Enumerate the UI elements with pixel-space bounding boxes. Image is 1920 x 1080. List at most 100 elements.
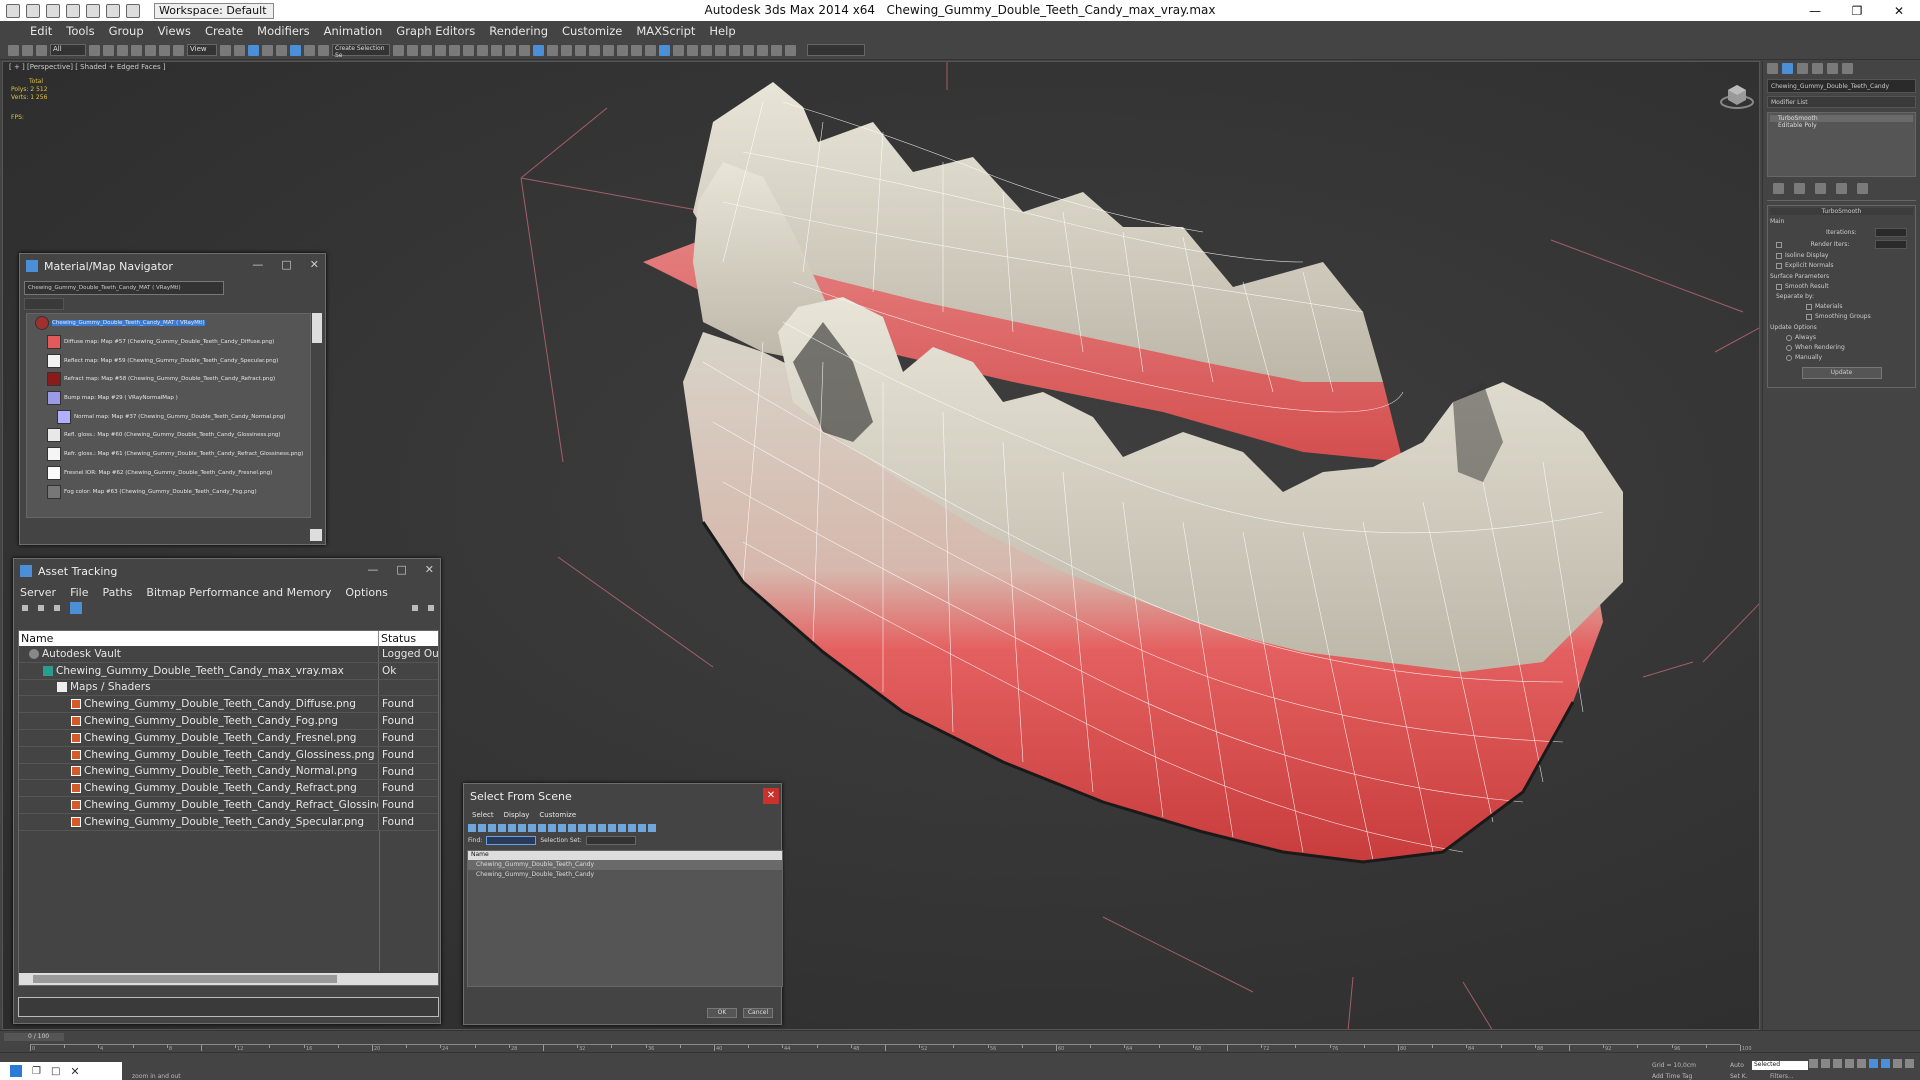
vray-sphere-icon[interactable] (575, 44, 586, 56)
column-header-name[interactable]: Name (19, 631, 379, 646)
layers-icon[interactable] (648, 824, 656, 832)
column-header-status[interactable]: Status (379, 631, 416, 646)
stack-item-editable-poly[interactable]: Editable Poly (1770, 122, 1913, 129)
vray-override-icon[interactable] (729, 44, 740, 56)
vray-physical-camera-icon[interactable] (659, 44, 670, 56)
zoom-extents-icon[interactable] (1869, 1059, 1878, 1068)
menu-rendering[interactable]: Rendering (489, 24, 548, 38)
edit-named-selection-icon[interactable] (318, 44, 329, 56)
horizontal-scrollbar[interactable] (19, 973, 438, 985)
table-row[interactable]: Chewing_Gummy_Double_Teeth_Candy_max_vra… (19, 662, 438, 680)
select-manipulate-icon[interactable] (234, 44, 245, 56)
when-rendering-radio[interactable] (1786, 344, 1792, 351)
display-all-icon[interactable] (558, 824, 566, 832)
configure-modifier-sets-icon[interactable] (1857, 183, 1868, 194)
table-row[interactable]: Chewing_Gummy_Double_Teeth_Candy_Refract… (19, 797, 438, 814)
vray-sun-icon[interactable] (617, 44, 628, 56)
table-row[interactable]: Chewing_Gummy_Double_Teeth_Candy_Diffuse… (19, 696, 438, 714)
list-item[interactable]: Refl. gloss.: Map #60 (Chewing_Gummy_Dou… (27, 426, 310, 445)
asset-tracking-titlebar[interactable]: Asset Tracking — □ ✕ (14, 559, 440, 583)
find-input[interactable] (486, 835, 537, 845)
vray-rt-icon[interactable] (757, 44, 768, 56)
link-icon[interactable] (8, 44, 19, 56)
asset-path-field[interactable] (18, 997, 439, 1017)
vray-ies-light-icon[interactable] (687, 44, 698, 56)
select-from-scene-titlebar[interactable]: Select From Scene ✕ (464, 784, 781, 808)
make-unique-icon[interactable] (1815, 183, 1826, 194)
display-cameras-icon[interactable] (498, 824, 506, 832)
close-icon[interactable]: ✕ (70, 1065, 79, 1078)
tree-view-icon[interactable] (70, 602, 82, 614)
explicit-normals-checkbox[interactable] (1776, 262, 1782, 269)
select-move-icon[interactable] (145, 44, 156, 56)
maximize-icon[interactable]: □ (51, 1066, 60, 1077)
menu-graph-editors[interactable]: Graph Editors (396, 24, 475, 38)
close-icon[interactable]: ✕ (425, 563, 434, 576)
add-time-tag-label[interactable]: Add Time Tag (1652, 1073, 1692, 1080)
set-key-button[interactable]: Set K. (1730, 1073, 1748, 1080)
horizontal-scroll-thumb[interactable] (33, 975, 337, 983)
keyboard-shortcut-override-icon[interactable] (248, 44, 259, 56)
mirror-icon[interactable] (393, 44, 404, 56)
restore-icon[interactable]: ❐ (1836, 0, 1878, 21)
schematic-view-icon[interactable] (463, 44, 474, 56)
next-frame-icon[interactable] (1845, 1059, 1854, 1068)
list-item[interactable]: Bump map: Map #29 ( VRayNormalMap ) (27, 389, 310, 408)
save-file-icon[interactable] (66, 3, 80, 18)
remove-modifier-icon[interactable] (1836, 183, 1847, 194)
resize-grip[interactable] (310, 529, 322, 541)
menu-edit[interactable]: Edit (30, 24, 52, 38)
menu-modifiers[interactable]: Modifiers (257, 24, 310, 38)
vray-proxy-icon[interactable] (589, 44, 600, 56)
material-navigator-titlebar[interactable]: Material/Map Navigator — □ ✕ (20, 254, 325, 278)
table-row[interactable]: Maps / Shaders (19, 679, 438, 697)
vray-frame-buffer-icon[interactable] (547, 44, 558, 56)
material-view-mode-toolbar[interactable] (24, 298, 64, 310)
minimize-icon[interactable]: — (367, 563, 378, 576)
vray-displacement-icon[interactable] (645, 44, 656, 56)
vray-lights-icon[interactable] (561, 44, 572, 56)
list-item[interactable]: Normal map: Map #37 (Chewing_Gummy_Doubl… (27, 407, 310, 426)
list-item[interactable]: Chewing_Gummy_Double_Teeth_Candy (468, 860, 782, 870)
select-all-icon[interactable] (588, 824, 596, 832)
render-iters-spinner[interactable] (1874, 240, 1907, 249)
close-icon[interactable]: ✕ (1878, 0, 1920, 21)
time-slider[interactable]: 0 / 100 (4, 1033, 64, 1041)
go-to-start-icon[interactable] (1809, 1059, 1818, 1068)
vray-mesh-light-icon[interactable] (701, 44, 712, 56)
table-view-icon[interactable] (54, 605, 60, 611)
bind-space-warp-icon[interactable] (36, 44, 47, 56)
cancel-button[interactable]: Cancel (743, 1008, 773, 1018)
render-iters-checkbox[interactable] (1776, 241, 1782, 248)
help-icon[interactable] (412, 605, 418, 611)
display-space-warps-icon[interactable] (518, 824, 526, 832)
materials-checkbox[interactable] (1806, 303, 1812, 310)
workspace-dropdown[interactable]: Workspace: Default (154, 2, 274, 19)
angle-snap-icon[interactable] (276, 44, 287, 56)
list-item[interactable]: Refr. gloss.: Map #61 (Chewing_Gummy_Dou… (27, 445, 310, 464)
vray-dome-light-icon[interactable] (673, 44, 684, 56)
rollout-title[interactable]: TurboSmooth (1770, 208, 1913, 215)
display-shapes-icon[interactable] (478, 824, 486, 832)
curve-editor-icon[interactable] (449, 44, 460, 56)
pan-view-icon[interactable] (1893, 1059, 1902, 1068)
select-object-icon[interactable] (89, 44, 100, 56)
material-tree-scrollbar[interactable] (312, 313, 322, 343)
field-of-view-icon[interactable] (1881, 1059, 1890, 1068)
table-row[interactable]: Chewing_Gummy_Double_Teeth_Candy_Fog.png… (19, 713, 438, 730)
selected-dropdown[interactable]: Selected (1752, 1061, 1808, 1070)
select-scale-icon[interactable] (173, 44, 184, 56)
hierarchy-tab-icon[interactable] (1797, 63, 1808, 74)
table-row[interactable]: Chewing_Gummy_Double_Teeth_Candy_Refract… (19, 780, 438, 798)
key-filters-button[interactable]: Filters... (1770, 1073, 1794, 1080)
list-item[interactable]: Chewing_Gummy_Double_Teeth_Candy (468, 870, 782, 880)
display-xrefs-icon[interactable] (538, 824, 546, 832)
redo-icon[interactable] (106, 3, 120, 18)
named-selection-dropdown[interactable]: Create Selection Se (332, 44, 390, 59)
track-bar[interactable]: 0 4 8 12 16 20 24 28 32 36 40 44 48 52 56 60 64 68 72 76 80 8… (30, 1044, 1752, 1052)
toolbar-extra-dropdown[interactable] (807, 44, 865, 56)
list-item[interactable]: Reflect map: Map #59 (Chewing_Gummy_Doub… (27, 351, 310, 370)
display-helpers-icon[interactable] (508, 824, 516, 832)
filter-clear-icon[interactable] (638, 824, 646, 832)
table-row[interactable]: Chewing_Gummy_Double_Teeth_Candy_Normal.… (19, 763, 438, 781)
